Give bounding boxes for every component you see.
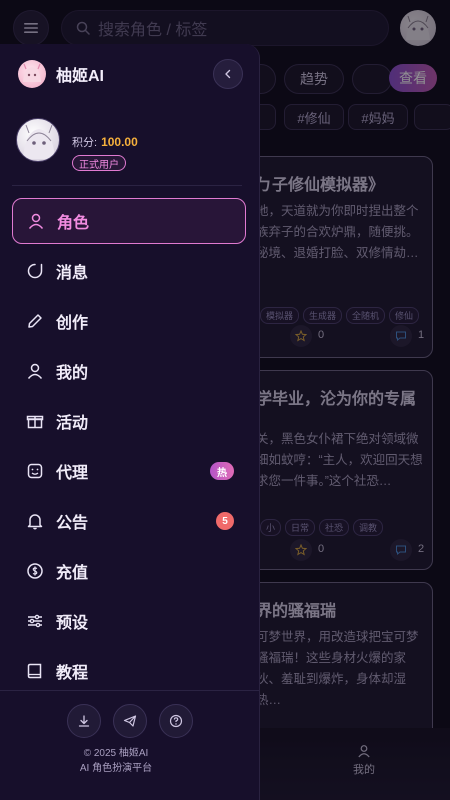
hot-badge: 热 (210, 462, 234, 480)
menu-label: 消息 (56, 265, 89, 282)
menu-item-messages[interactable]: 消息 (12, 248, 246, 294)
member-badge: 正式用户 (72, 155, 126, 171)
coin-icon (26, 562, 44, 580)
unread-count-badge: 5 (216, 512, 234, 530)
brand-name: 柚姬AI (56, 68, 105, 85)
menu-item-agent[interactable]: 代理 热 (12, 448, 246, 494)
menu-label: 活动 (56, 415, 89, 432)
download-icon (78, 715, 90, 727)
points-label: 积分: (72, 137, 98, 149)
user-icon (27, 212, 45, 230)
menu-label: 代理 (56, 465, 89, 482)
menu-item-create[interactable]: 创作 (12, 298, 246, 344)
user-avatar[interactable] (16, 118, 60, 162)
divider (0, 690, 259, 691)
divider (12, 185, 242, 186)
copyright-text: © 2025 柚姬AI (83, 748, 149, 759)
points-display: 积分: 100.00 (72, 134, 138, 150)
menu-item-recharge[interactable]: 充值 (12, 548, 246, 594)
profile-icon (26, 362, 44, 380)
menu-label: 创作 (56, 315, 89, 332)
menu-item-tutorial[interactable]: 教程 (12, 648, 246, 694)
pencil-icon (26, 312, 44, 330)
copyright: © 2025 柚姬AI AI 角色扮演平台 (0, 746, 232, 776)
message-icon (26, 262, 44, 280)
app-root: 搜索角色 / 标签 趋势 查看 #修仙 #妈妈 ㄅ子修仙模拟器》 地，天道就为你… (0, 0, 450, 800)
menu-label: 我的 (56, 365, 89, 382)
bell-icon (26, 512, 44, 530)
brand-logo (18, 60, 46, 88)
send-icon (123, 715, 137, 727)
chevron-left-icon (225, 69, 231, 79)
brand: 柚姬AI (18, 60, 104, 88)
book-icon (26, 662, 44, 680)
help-icon (169, 714, 183, 728)
menu-item-presets[interactable]: 预设 (12, 598, 246, 644)
side-drawer: 柚姬AI 积分: 100.00 正式用户 角色 消息 创作 我的 活动 代理 热… (0, 44, 260, 800)
points-value: 100.00 (101, 135, 138, 149)
sliders-icon (26, 612, 44, 630)
telegram-button[interactable] (113, 704, 147, 738)
menu-item-announcements[interactable]: 公告 5 (12, 498, 246, 544)
menu-item-mine[interactable]: 我的 (12, 348, 246, 394)
gift-icon (26, 412, 44, 430)
menu-label: 角色 (57, 215, 90, 232)
tagline-text: AI 角色扮演平台 (79, 763, 153, 774)
menu-label: 充值 (56, 565, 89, 582)
help-button[interactable] (159, 704, 193, 738)
collapse-drawer-button[interactable] (213, 59, 243, 89)
menu-label: 预设 (56, 615, 89, 632)
menu-item-events[interactable]: 活动 (12, 398, 246, 444)
smile-icon (26, 462, 44, 480)
menu-label: 教程 (56, 665, 89, 682)
download-button[interactable] (67, 704, 101, 738)
menu-label: 公告 (56, 515, 89, 532)
menu-item-characters[interactable]: 角色 (12, 198, 246, 244)
